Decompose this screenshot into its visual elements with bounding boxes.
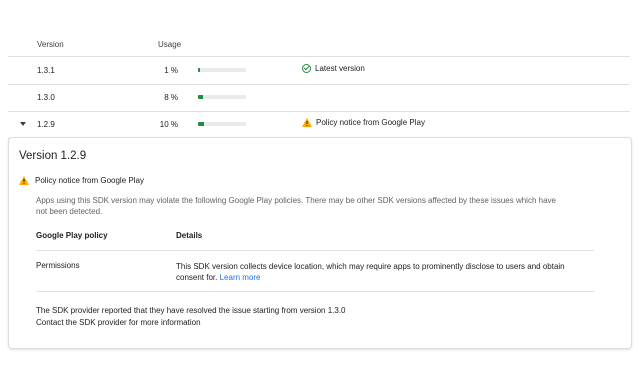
status: Policy notice from Google Play xyxy=(302,118,425,127)
usage-percent: 1 % xyxy=(164,66,178,75)
check-circle-icon xyxy=(302,64,311,73)
usage-percent: 10 % xyxy=(159,120,178,129)
version-label: 1.3.0 xyxy=(37,93,55,102)
policy-notice-heading: Policy notice from Google Play xyxy=(19,176,144,185)
usage-bar xyxy=(198,95,246,99)
notice-title: Policy notice from Google Play xyxy=(35,176,144,185)
status-text: Latest version xyxy=(315,64,365,73)
expand-arrow-icon[interactable] xyxy=(20,122,26,126)
policy-name: Permissions xyxy=(36,261,80,270)
usage-column-header: Usage xyxy=(158,40,182,49)
usage-bar xyxy=(198,68,246,72)
details-column-header: Details xyxy=(176,231,203,240)
status: Latest version xyxy=(302,64,365,73)
panel-footer: The SDK provider reported that they have… xyxy=(36,305,346,329)
learn-more-link[interactable]: Learn more xyxy=(220,273,261,282)
version-row-1-2-9[interactable]: 1.2.9 10 % Policy notice from Google Pla… xyxy=(8,111,630,139)
usage-bar-fill xyxy=(198,122,204,126)
policy-row: Permissions This SDK version collects de… xyxy=(36,251,594,292)
usage-bar-fill xyxy=(198,95,203,99)
usage-bar xyxy=(198,122,246,126)
policy-table-header: Google Play policy Details xyxy=(36,226,594,251)
usage-percent: 8 % xyxy=(164,93,178,102)
panel-title: Version 1.2.9 xyxy=(19,150,87,162)
status-text: Policy notice from Google Play xyxy=(316,118,425,127)
contact-note: Contact the SDK provider for more inform… xyxy=(36,318,201,327)
policy-details: This SDK version collects device locatio… xyxy=(176,261,586,283)
version-detail-panel: Version 1.2.9 Policy notice from Google … xyxy=(8,137,632,349)
version-table-header: Version Usage xyxy=(8,34,630,57)
version-label: 1.2.9 xyxy=(37,120,55,129)
policy-column-header: Google Play policy xyxy=(36,231,108,240)
version-row-1-3-0[interactable]: 1.3.0 8 % xyxy=(8,84,630,112)
notice-description: Apps using this SDK version may violate … xyxy=(36,196,556,216)
resolved-note: The SDK provider reported that they have… xyxy=(36,306,346,315)
usage-bar-fill xyxy=(198,68,200,72)
version-column-header: Version xyxy=(37,40,64,49)
version-label: 1.3.1 xyxy=(37,66,55,75)
version-row-1-3-1[interactable]: 1.3.1 1 % Latest version xyxy=(8,57,630,85)
policy-table: Google Play policy Details Permissions T… xyxy=(36,226,594,292)
warning-icon xyxy=(302,118,312,127)
warning-icon xyxy=(19,176,29,185)
